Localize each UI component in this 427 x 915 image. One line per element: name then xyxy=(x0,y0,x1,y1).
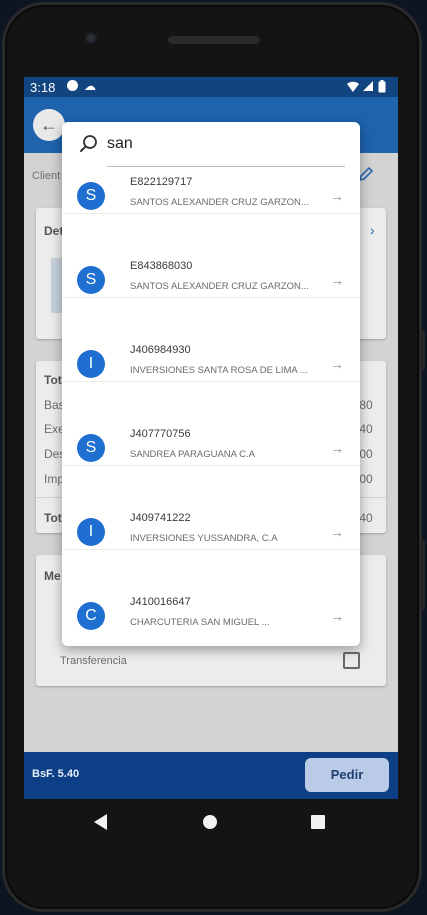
transferencia-checkbox[interactable] xyxy=(343,652,360,669)
client-id: J410016647 xyxy=(130,596,191,608)
client-id: J406984930 xyxy=(130,344,191,356)
nav-back-icon[interactable] xyxy=(94,814,107,830)
client-name: INVERSIONES YUSSANDRA, C.A xyxy=(130,533,278,544)
client-name: SANDREA PARAGUANA C.A xyxy=(130,449,255,460)
earpiece-speaker xyxy=(168,36,260,44)
status-time: 3:18 xyxy=(30,80,56,95)
client-avatar: C xyxy=(77,602,105,630)
app-notification-icon xyxy=(67,80,78,91)
result-item[interactable]: S E843868030 SANTOS ALEXANDER CRUZ GARZO… xyxy=(62,214,360,298)
back-arrow-icon[interactable]: ← xyxy=(33,109,65,141)
detalle-label: Det xyxy=(44,224,64,238)
client-name: INVERSIONES SANTA ROSA DE LIMA ... xyxy=(130,365,308,376)
power-button xyxy=(420,540,425,610)
pedir-button[interactable]: Pedir xyxy=(305,758,389,792)
client-avatar: S xyxy=(77,434,105,462)
transferencia-label: Transferencia xyxy=(60,655,127,667)
arrow-right-icon: → xyxy=(330,440,344,456)
system-nav-bar xyxy=(24,799,398,845)
order-bottom-bar: BsF. 5.40 Pedir xyxy=(24,752,398,799)
search-row xyxy=(62,122,360,168)
result-item[interactable]: S E822129717 SANTOS ALEXANDER CRUZ GARZO… xyxy=(62,168,360,214)
arrow-right-icon: → xyxy=(330,272,344,288)
arrow-right-icon: → xyxy=(330,188,344,204)
total-label: Tot xyxy=(44,511,62,525)
signal-icon xyxy=(363,81,373,91)
result-item[interactable]: C J410016647 CHARCUTERIA SAN MIGUEL ... … xyxy=(62,550,360,634)
results-list: S E822129717 SANTOS ALEXANDER CRUZ GARZO… xyxy=(62,168,360,646)
client-avatar: S xyxy=(77,266,105,294)
nav-recents-icon[interactable] xyxy=(311,815,325,829)
volume-button xyxy=(420,330,425,370)
cloud-icon: ☁ xyxy=(84,79,96,93)
edit-pencil-icon[interactable] xyxy=(358,166,374,182)
client-id: J407770756 xyxy=(130,428,191,440)
client-name: SANTOS ALEXANDER CRUZ GARZON... xyxy=(130,281,309,292)
client-name: SANTOS ALEXANDER CRUZ GARZON... xyxy=(130,197,309,208)
client-avatar: I xyxy=(77,350,105,378)
arrow-right-icon: → xyxy=(330,356,344,372)
result-item[interactable]: I J409741222 INVERSIONES YUSSANDRA, C.A … xyxy=(62,466,360,550)
client-avatar: S xyxy=(77,182,105,210)
totales-label: Tot xyxy=(44,373,62,387)
chevron-right-icon[interactable]: › xyxy=(370,222,375,238)
result-item[interactable]: S J407770756 SANDREA PARAGUANA C.A → xyxy=(62,382,360,466)
impuesto-label: Imp xyxy=(44,472,65,486)
metodo-label: Me xyxy=(44,569,61,583)
arrow-right-icon: → xyxy=(330,608,344,624)
client-avatar: I xyxy=(77,518,105,546)
cliente-label: Client xyxy=(32,170,61,182)
client-id: J409741222 xyxy=(130,512,191,524)
front-camera xyxy=(85,32,97,44)
battery-icon xyxy=(378,80,386,93)
search-input[interactable] xyxy=(107,133,337,155)
client-id: E843868030 xyxy=(130,260,193,272)
search-icon xyxy=(80,135,97,152)
status-bar: 3:18 ☁ xyxy=(24,77,398,97)
client-id: E822129717 xyxy=(130,176,193,188)
client-name: CHARCUTERIA SAN MIGUEL ... xyxy=(130,617,270,628)
wifi-icon xyxy=(347,81,359,92)
order-total: BsF. 5.40 xyxy=(32,768,80,780)
nav-home-icon[interactable] xyxy=(203,815,217,829)
search-underline xyxy=(107,166,345,167)
client-search-dialog: S E822129717 SANTOS ALEXANDER CRUZ GARZO… xyxy=(62,122,360,646)
arrow-right-icon: → xyxy=(330,524,344,540)
result-item[interactable]: I J406984930 INVERSIONES SANTA ROSA DE L… xyxy=(62,298,360,382)
